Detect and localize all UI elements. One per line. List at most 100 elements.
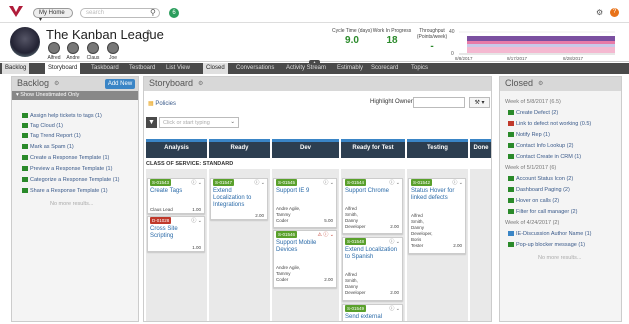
- wrench-icon: ⚒: [474, 100, 480, 106]
- my-home-dropdown[interactable]: My Home ▾: [33, 8, 73, 23]
- column-header-dev[interactable]: Dev: [272, 139, 339, 158]
- backlog-item[interactable]: Categorize a Response Template (1): [22, 177, 119, 183]
- filter-icon[interactable]: ▼: [146, 117, 157, 128]
- card-owner: Developer: [345, 290, 366, 295]
- highlight-owner-input[interactable]: [413, 97, 465, 108]
- card-menu-icon[interactable]: ⓘ ⌄: [191, 179, 202, 186]
- tab-taskboard[interactable]: Taskboard: [88, 63, 122, 74]
- backlog-item[interactable]: Assign help tickets to tags (1): [22, 113, 102, 119]
- story-card[interactable]: S-01542 ⓘ ⌄ Status Hover for linked defec…: [408, 178, 466, 254]
- closed-item-label: Hover on calls (2): [516, 198, 560, 204]
- card-title: Support IE 9: [276, 188, 310, 194]
- card-owner: Tammy: [276, 271, 291, 276]
- add-new-button[interactable]: Add New: [105, 79, 135, 89]
- closed-item[interactable]: Contact Create in CRM (1): [508, 154, 581, 160]
- column-header-done[interactable]: Done: [470, 139, 491, 158]
- backlog-item-label: Tag Trend Report (1): [30, 133, 81, 139]
- show-unestimated-toggle[interactable]: ▾ Show Unestimated Only: [12, 91, 138, 100]
- search-input[interactable]: search: [80, 8, 160, 18]
- story-card[interactable]: S-01548 ⓘ ⌄ Extend Localization to Spanis…: [342, 237, 403, 301]
- card-menu-icon[interactable]: ⓘ ⌄: [323, 179, 334, 186]
- policies-link[interactable]: ▦ Policies: [148, 100, 176, 107]
- card-owner: Tester: [411, 243, 424, 248]
- card-menu-icon[interactable]: ⓘ ⌄: [452, 179, 463, 186]
- defect-icon: [508, 121, 514, 127]
- avatar: [87, 42, 99, 54]
- tab-testboard[interactable]: Testboard: [126, 63, 158, 74]
- card-menu-icon[interactable]: ⓘ ⌄: [389, 238, 400, 245]
- tab-activity-stream[interactable]: Activity Stream: [283, 63, 329, 74]
- filter-input[interactable]: Click or start typing ⌄: [159, 117, 239, 128]
- blocked-icon[interactable]: ⚠ ⓘ ⌄: [318, 231, 334, 238]
- card-title: Send external: [345, 314, 383, 320]
- backlog-item[interactable]: Tag Trend Report (1): [22, 133, 81, 139]
- tab-backlog[interactable]: Backlog: [2, 63, 30, 74]
- cumulative-flow-chart[interactable]: 40 0 8/8/2017 8/17/2017 8/28/2017: [445, 27, 620, 61]
- closed-item[interactable]: Account Status Icon (2): [508, 176, 573, 182]
- help-icon[interactable]: ?: [610, 8, 619, 17]
- backlog-item[interactable]: Create a Response Template (1): [22, 155, 109, 161]
- closed-item[interactable]: Hover on calls (2): [508, 198, 559, 204]
- team-member-avatar[interactable]: Joe: [106, 42, 120, 61]
- closed-item[interactable]: Link to defect not working (0.5): [508, 121, 591, 127]
- highlight-tools-button[interactable]: ⚒ ▾: [469, 97, 490, 108]
- tab-estimably[interactable]: Estimably: [334, 63, 366, 74]
- card-owner: Boris: [411, 237, 422, 242]
- card-id: S-01543: [150, 179, 172, 186]
- metric-value: 18: [386, 35, 398, 46]
- closed-item[interactable]: IE-Discussion Author Name (1): [508, 231, 592, 237]
- story-icon: [22, 133, 28, 139]
- card-menu-icon[interactable]: ⓘ ⌄: [254, 179, 265, 186]
- column-header-ready-for-test[interactable]: Ready for Test: [341, 139, 405, 158]
- chevron-down-icon: ⌄: [230, 119, 235, 125]
- column-header-analysis[interactable]: Analysis: [146, 139, 207, 158]
- story-card[interactable]: S-01549 ⓘ ⌄ Send external: [342, 304, 403, 321]
- column-label: Dev: [299, 145, 311, 151]
- story-card[interactable]: S-01546 ⚠ ⓘ ⌄ Support Mobile Devices Andr…: [273, 230, 337, 288]
- card-menu-icon[interactable]: ⓘ ⌄: [191, 217, 202, 224]
- defect-card[interactable]: D-01028 ⓘ ⌄ Cross Site Scripting 1.00: [147, 216, 205, 252]
- app-logo-icon[interactable]: [8, 4, 24, 19]
- backlog-item[interactable]: Mark as Spam (1): [22, 144, 74, 150]
- backlog-settings-icon[interactable]: ⚙: [54, 80, 59, 87]
- backlog-item[interactable]: Tag Cloud (1): [22, 123, 63, 129]
- closed-item[interactable]: Dashboard Paging (2): [508, 187, 570, 193]
- team-member-avatar[interactable]: Alfred: [47, 42, 61, 61]
- closed-settings-icon[interactable]: ⚙: [538, 80, 543, 87]
- notification-badge[interactable]: 6: [169, 8, 179, 18]
- tab-closed[interactable]: Closed: [203, 63, 228, 74]
- avatar: [48, 42, 60, 54]
- tab-storyboard[interactable]: Storyboard: [45, 63, 81, 74]
- closed-item[interactable]: Notify Rep (1): [508, 132, 550, 138]
- card-owner: Alfred: [345, 206, 357, 211]
- story-icon: [22, 166, 28, 172]
- search-icon[interactable]: ⚲: [150, 8, 156, 17]
- card-menu-icon[interactable]: ⓘ ⌄: [389, 179, 400, 186]
- tab-scorecard[interactable]: Scorecard: [368, 63, 401, 74]
- backlog-item[interactable]: Share a Response Template (1): [22, 188, 108, 194]
- team-member-avatar[interactable]: Claus: [86, 42, 100, 61]
- closed-item[interactable]: Pop-up blocker message (1): [508, 242, 585, 248]
- team-member-avatar[interactable]: Andre: [66, 42, 80, 61]
- story-card[interactable]: S-01544 ⓘ ⌄ Support Chrome Alfred Smith, …: [342, 178, 403, 234]
- column-header-testing[interactable]: Testing: [407, 139, 468, 158]
- no-more-results: No more results...: [538, 255, 582, 261]
- closed-item[interactable]: Create Defect (2): [508, 110, 558, 116]
- tab-topics[interactable]: Topics: [408, 63, 431, 74]
- gear-icon[interactable]: ⚙: [596, 8, 603, 17]
- card-owner: Danny: [411, 225, 425, 230]
- column-header-ready[interactable]: Ready: [209, 139, 270, 158]
- storyboard-settings-icon[interactable]: ⚙: [198, 80, 203, 87]
- story-card[interactable]: S-01545 ⓘ ⌄ Support IE 9 Andre Agile, Tam…: [273, 178, 337, 228]
- tab-conversations[interactable]: Conversations: [233, 63, 277, 74]
- story-card[interactable]: S-01547 ⓘ ⌄ Extend Localization to Integr…: [210, 178, 268, 220]
- backlog-item[interactable]: Preview a Response Template (1): [22, 166, 112, 172]
- closed-item[interactable]: Filter for call manager (2): [508, 209, 577, 215]
- member-name: Joe: [108, 55, 118, 61]
- closed-item[interactable]: Contact Info Lookup (2): [508, 143, 573, 149]
- card-owner: Smith,: [345, 212, 358, 217]
- story-card[interactable]: S-01543 ⓘ ⌄ Create Tags Claus Lead 1.00: [147, 178, 205, 214]
- team-settings-icon[interactable]: ⚙: [146, 29, 151, 36]
- tab-list-view[interactable]: List View: [163, 63, 193, 74]
- card-menu-icon[interactable]: ⓘ ⌄: [389, 305, 400, 312]
